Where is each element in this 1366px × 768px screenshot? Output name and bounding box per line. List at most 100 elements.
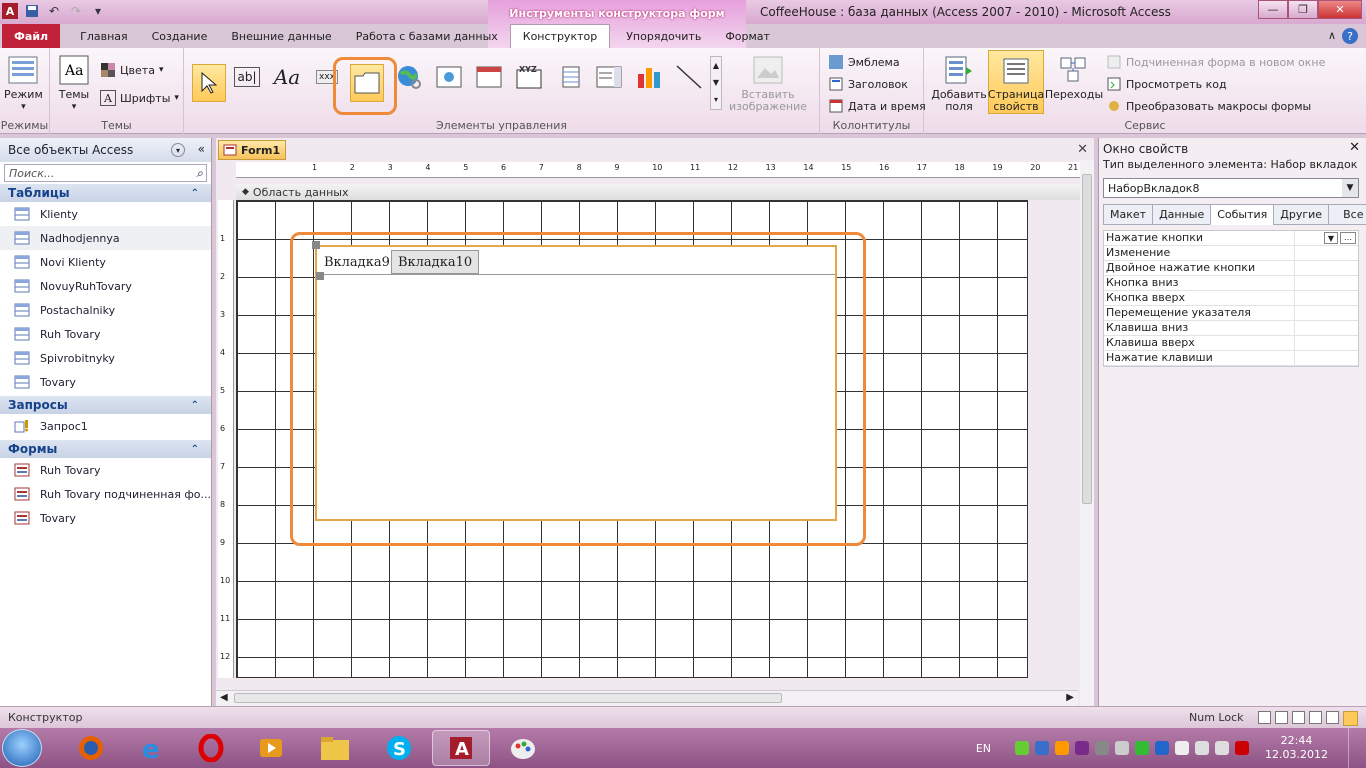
clock[interactable]: 22:44 12.03.2012 bbox=[1265, 734, 1328, 762]
prop-tab-other[interactable]: Другие bbox=[1273, 204, 1330, 225]
subform-new-window-button[interactable]: Подчиненная форма в новом окне bbox=[1106, 54, 1325, 70]
nav-section-forms[interactable]: Формы ⌃ bbox=[0, 440, 211, 458]
design-view-icon[interactable] bbox=[1343, 711, 1358, 726]
nav-dropdown-icon[interactable]: ▾ bbox=[171, 143, 185, 157]
show-desktop-button[interactable] bbox=[1348, 728, 1360, 768]
property-value[interactable] bbox=[1295, 351, 1358, 365]
web-browser-control-icon[interactable] bbox=[432, 58, 466, 96]
taskbar-firefox[interactable] bbox=[62, 730, 120, 766]
controls-gallery-scroll[interactable]: ▲ ▼ ▾ bbox=[710, 56, 722, 110]
nav-collapse-icon[interactable]: « bbox=[198, 142, 205, 156]
property-row[interactable]: Двойное нажатие кнопки bbox=[1104, 261, 1358, 276]
tray-device-icon[interactable] bbox=[1175, 741, 1190, 755]
select-pointer-icon[interactable] bbox=[192, 64, 226, 102]
insert-image-button[interactable]: Вставить изображение bbox=[728, 54, 808, 113]
property-value[interactable] bbox=[1295, 261, 1358, 275]
vertical-scrollbar[interactable] bbox=[1080, 160, 1094, 706]
customize-qat-icon[interactable]: ▾ bbox=[90, 3, 106, 19]
option-group-icon[interactable]: XYZ bbox=[512, 58, 546, 96]
combo-box-icon[interactable] bbox=[592, 58, 626, 96]
colors-button[interactable]: Цвета ▾ bbox=[100, 62, 163, 78]
nav-item-query[interactable]: Запрос1 bbox=[0, 414, 211, 438]
property-row[interactable]: Клавиша вниз bbox=[1104, 321, 1358, 336]
property-row[interactable]: Перемещение указателя bbox=[1104, 306, 1358, 321]
tab-home[interactable]: Главная bbox=[68, 24, 140, 48]
hyperlink-control-icon[interactable] bbox=[392, 58, 426, 96]
prop-tab-all[interactable]: Все bbox=[1328, 204, 1366, 225]
taskbar-access[interactable]: A bbox=[432, 730, 490, 766]
save-icon[interactable] bbox=[24, 3, 40, 19]
access-app-icon[interactable]: A bbox=[2, 3, 18, 19]
property-row[interactable]: Клавиша вверх bbox=[1104, 336, 1358, 351]
tab-file[interactable]: Файл bbox=[2, 24, 61, 48]
close-document-icon[interactable]: ✕ bbox=[1077, 142, 1088, 157]
nav-item-table[interactable]: Tovary bbox=[0, 370, 211, 394]
tab-database-tools[interactable]: Работа с базами данных bbox=[344, 24, 510, 48]
nav-item-table[interactable]: Postachalniky bbox=[0, 298, 211, 322]
convert-macros-button[interactable]: Преобразовать макросы формы bbox=[1106, 98, 1311, 114]
pivot-view-icon[interactable] bbox=[1309, 711, 1322, 724]
transitions-button[interactable]: Переходы bbox=[1045, 54, 1103, 101]
tab-create[interactable]: Создание bbox=[140, 24, 220, 48]
chart-control-icon[interactable] bbox=[632, 58, 666, 96]
taskbar-explorer[interactable] bbox=[306, 730, 364, 766]
property-sheet-button[interactable]: Страница свойств bbox=[988, 50, 1044, 114]
start-button[interactable] bbox=[2, 729, 42, 767]
nav-section-queries[interactable]: Запросы ⌃ bbox=[0, 396, 211, 414]
property-value[interactable] bbox=[1295, 306, 1358, 320]
tray-shield-icon[interactable] bbox=[1015, 741, 1030, 755]
title-button[interactable]: Заголовок bbox=[828, 76, 908, 92]
tray-check-icon[interactable] bbox=[1135, 741, 1150, 755]
close-window-button[interactable]: ✕ bbox=[1318, 0, 1362, 19]
add-fields-button[interactable]: Добавить поля bbox=[930, 54, 988, 113]
view-code-button[interactable]: Просмотреть код bbox=[1106, 76, 1227, 92]
collapse-section-icon[interactable]: ⌃ bbox=[191, 188, 199, 199]
property-value[interactable]: ▼… bbox=[1295, 231, 1358, 245]
tray-tool-icon[interactable] bbox=[1095, 741, 1110, 755]
nav-item-table[interactable]: NovuyRuhTovary bbox=[0, 274, 211, 298]
close-property-sheet-icon[interactable]: ✕ bbox=[1349, 140, 1360, 155]
chevron-down-icon[interactable]: ▼ bbox=[1342, 179, 1358, 197]
property-value[interactable] bbox=[1295, 291, 1358, 305]
tray-onenote-icon[interactable] bbox=[1075, 741, 1090, 755]
tab-external-data[interactable]: Внешние данные bbox=[219, 24, 343, 48]
property-value[interactable] bbox=[1295, 321, 1358, 335]
layout-view-icon[interactable] bbox=[1292, 711, 1305, 724]
nav-section-tables[interactable]: Таблицы ⌃ bbox=[0, 184, 211, 202]
tab-design[interactable]: Конструктор bbox=[509, 24, 611, 48]
horizontal-scroll-thumb[interactable] bbox=[234, 693, 782, 703]
nav-header[interactable]: Все объекты Access ▾ « bbox=[0, 138, 211, 162]
property-value[interactable] bbox=[1295, 246, 1358, 260]
navigation-control-icon[interactable] bbox=[472, 58, 506, 96]
chart-view-icon[interactable] bbox=[1326, 711, 1339, 724]
document-tab-form1[interactable]: Form1 bbox=[218, 140, 286, 160]
nav-item-table[interactable]: Nadhodjennya bbox=[0, 226, 211, 250]
help-icon[interactable]: ? bbox=[1342, 28, 1358, 44]
prop-tab-layout[interactable]: Макет bbox=[1103, 204, 1154, 225]
minimize-ribbon-icon[interactable]: ∧ bbox=[1328, 29, 1336, 42]
search-icon[interactable]: ⌕ bbox=[196, 166, 203, 181]
tray-update-icon[interactable] bbox=[1055, 741, 1070, 755]
tray-speaker-icon[interactable] bbox=[1215, 741, 1230, 755]
themes-button[interactable]: Aa Темы ▾ bbox=[58, 54, 90, 113]
nav-item-table[interactable]: Spivrobitnyky bbox=[0, 346, 211, 370]
tray-volume-icon[interactable] bbox=[1115, 741, 1130, 755]
language-indicator[interactable]: EN bbox=[976, 742, 991, 755]
prop-tab-data[interactable]: Данные bbox=[1152, 204, 1212, 225]
prop-tab-events[interactable]: События bbox=[1210, 204, 1275, 225]
collapse-section-icon[interactable]: ⌃ bbox=[191, 400, 199, 411]
tray-network-icon[interactable] bbox=[1035, 741, 1050, 755]
nav-item-table[interactable]: Ruh Tovary bbox=[0, 322, 211, 346]
label-control-icon[interactable]: Aa bbox=[270, 58, 304, 96]
property-row[interactable]: Изменение bbox=[1104, 246, 1358, 261]
form-view-icon[interactable] bbox=[1258, 711, 1271, 724]
property-row[interactable]: Нажатие кнопки ▼… bbox=[1104, 231, 1358, 246]
taskbar-media-player[interactable] bbox=[242, 730, 300, 766]
tray-bluetooth-icon[interactable] bbox=[1155, 741, 1170, 755]
nav-item-table[interactable]: Klienty bbox=[0, 202, 211, 226]
property-value[interactable] bbox=[1295, 276, 1358, 290]
chevron-down-icon[interactable]: ▼ bbox=[1324, 232, 1338, 244]
nav-item-form[interactable]: Tovary bbox=[0, 506, 211, 530]
selected-object-dropdown[interactable]: НаборВкладок8 ▼ bbox=[1103, 178, 1359, 198]
datasheet-view-icon[interactable] bbox=[1275, 711, 1288, 724]
